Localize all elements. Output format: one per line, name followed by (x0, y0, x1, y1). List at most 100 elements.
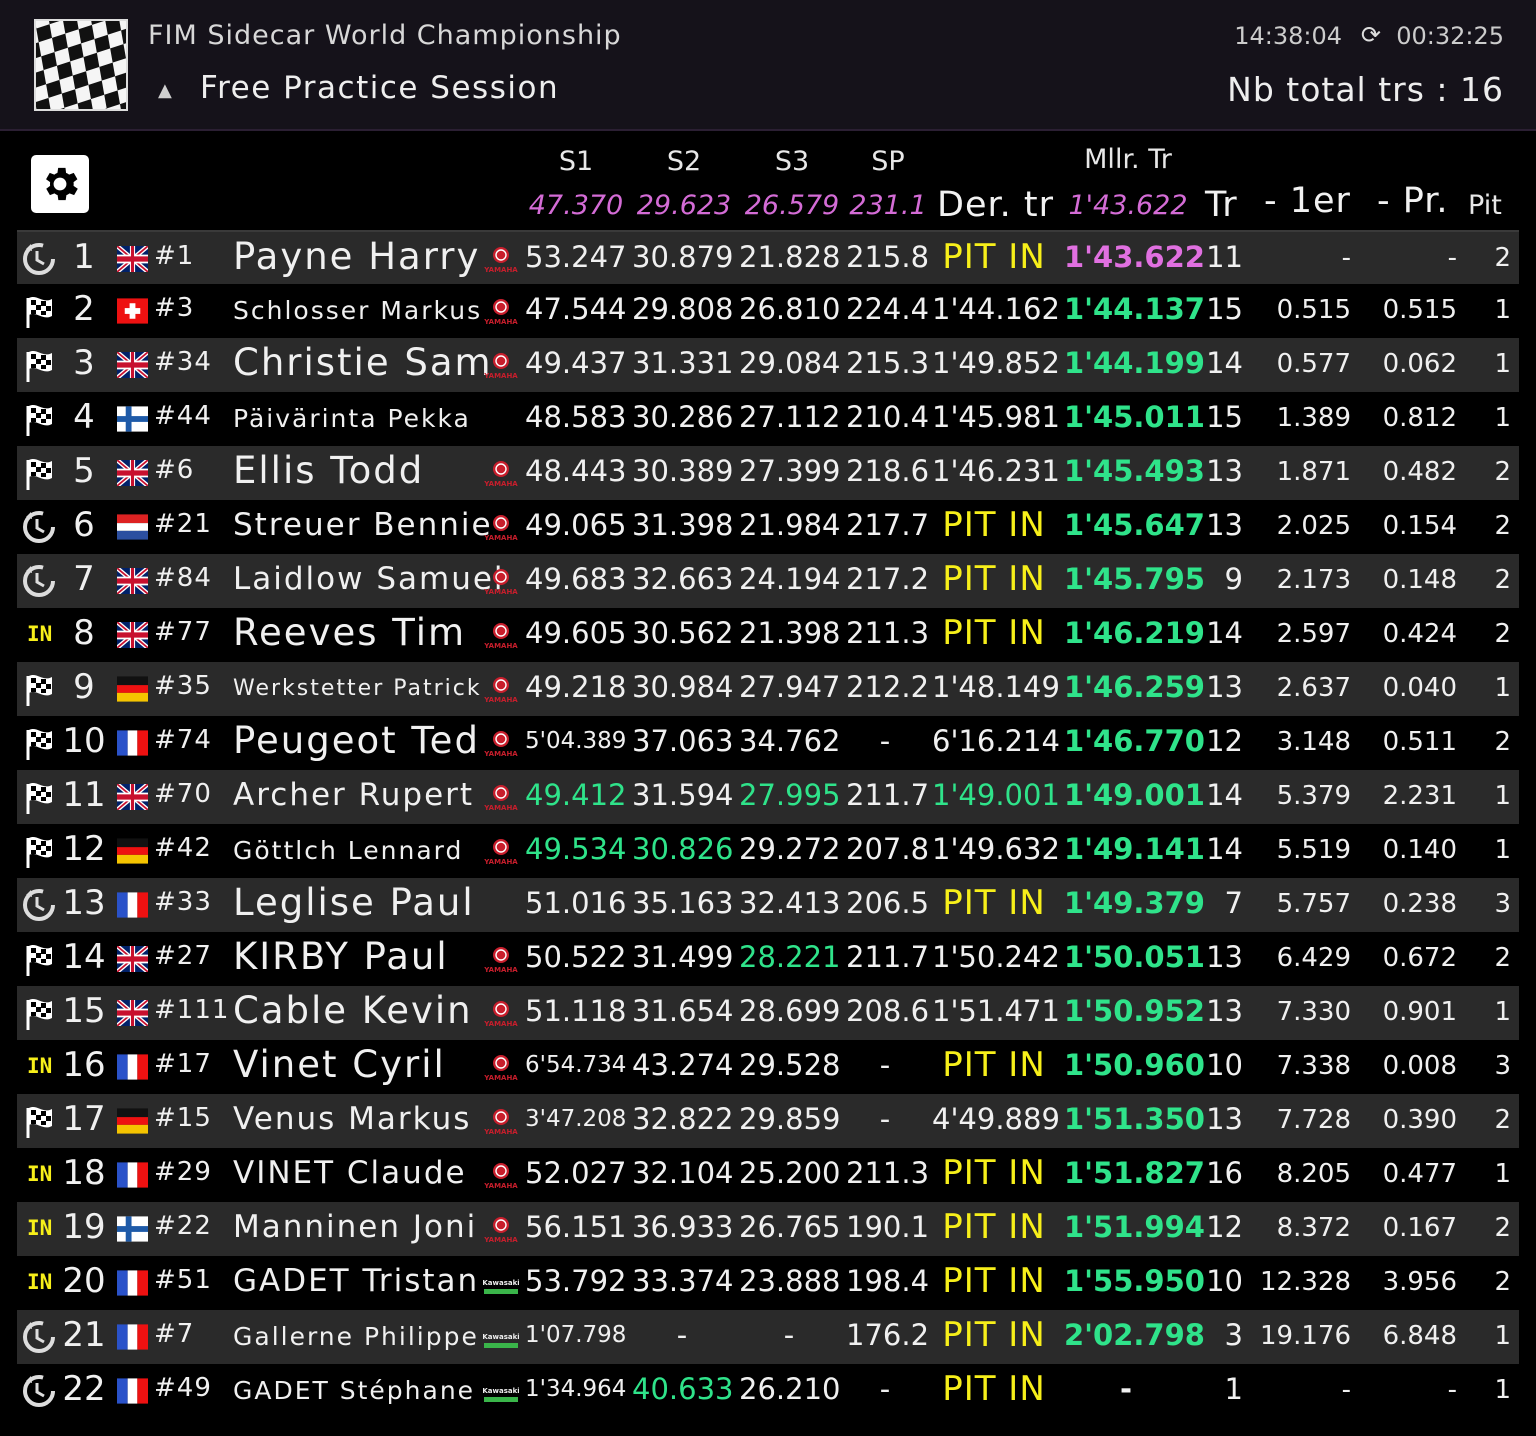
sector-3-time: 21.828 (739, 240, 841, 274)
table-row[interactable]: 5 #6 Ellis Todd YAMAHA 48.443 30.389 27.399 21… (17, 446, 1519, 500)
col-pit[interactable]: Pit (1468, 190, 1502, 221)
settings-button[interactable] (31, 155, 89, 213)
col-gap-first[interactable]: - 1er (1264, 181, 1351, 221)
sector-3-time: 21.398 (739, 616, 841, 650)
yamaha-logo-icon: YAMAHA (483, 782, 519, 812)
pit-stops: 2 (1494, 1213, 1511, 1243)
col-sp[interactable]: SP (848, 146, 928, 177)
gap-to-leader: 0.577 (1276, 349, 1351, 379)
table-row[interactable]: 1 #1 Payne Harry YAMAHA 53.247 30.879 21.828 2… (17, 230, 1519, 284)
table-row[interactable]: 14 #27 KIRBY Paul YAMAHA 50.522 31.499 28.221… (17, 932, 1519, 986)
top-speed: 211.7 (846, 778, 930, 812)
col-s1[interactable]: S1 (536, 146, 616, 177)
table-row[interactable]: 7 #84 Laidlow Samuel YAMAHA 49.683 32.663 24.… (17, 554, 1519, 608)
table-row[interactable]: IN 16 #17 Vinet Cyril YAMAHA 6'54.734 43.274 2… (17, 1040, 1519, 1094)
top-speed: 218.6 (846, 454, 930, 488)
flag-gb-icon (116, 619, 149, 651)
gap-to-previous: 0.515 (1382, 295, 1457, 325)
position: 2 (73, 289, 95, 329)
sector-1-time: 1'34.964 (525, 1376, 627, 1402)
flag-nl-icon (117, 514, 148, 540)
sector-2-time: - (676, 1318, 688, 1352)
position: 16 (62, 1045, 106, 1085)
svg-text:YAMAHA: YAMAHA (483, 858, 518, 866)
last-lap-time: 1'51.471 (932, 994, 1060, 1028)
table-row[interactable]: 21 #7 Gallerne Philippe Kawasaki 1'07.798 - -… (17, 1310, 1519, 1364)
session-title: Free Practice Session (200, 70, 560, 106)
checkered-flag-icon (19, 454, 59, 492)
flag-ch-icon (117, 298, 148, 324)
table-row[interactable]: IN 8 #77 Reeves Tim YAMAHA 49.605 30.562 21.39… (17, 608, 1519, 662)
rider-number: #6 (154, 455, 195, 485)
sector-2-time: 29.808 (632, 292, 734, 326)
lap-count: 13 (1206, 508, 1243, 542)
col-s3[interactable]: S3 (752, 146, 832, 177)
last-lap-time: 4'49.889 (932, 1102, 1060, 1136)
last-lap-time: 1'48.149 (932, 670, 1060, 704)
best-lap: 1'43.622 (1068, 190, 1188, 221)
sector-1-time: 49.065 (525, 508, 627, 542)
svg-text:YAMAHA: YAMAHA (483, 480, 518, 488)
table-row[interactable]: 9 #35 Werkstetter Patrick YAMAHA 49.218 30.9… (17, 662, 1519, 716)
gap-to-leader: 0.515 (1276, 295, 1351, 325)
col-s2[interactable]: S2 (644, 146, 724, 177)
sector-1-time: 48.443 (525, 454, 627, 488)
yamaha-logo-icon: YAMAHA (483, 836, 519, 866)
table-row[interactable]: 11 #70 Archer Rupert YAMAHA 49.412 31.594 27.… (17, 770, 1519, 824)
table-row[interactable]: IN 20 #51 GADET Tristan Kawasaki 53.792 33.37… (17, 1256, 1519, 1310)
table-row[interactable]: IN 18 #29 VINET Claude YAMAHA 52.027 32.104 25… (17, 1148, 1519, 1202)
table-row[interactable]: 22 #49 GADET Stéphane Kawasaki 1'34.964 40.6… (17, 1364, 1519, 1418)
best-lap-time: 1'45.493 (1064, 454, 1205, 488)
table-row[interactable]: 17 #15 Venus Markus YAMAHA 3'47.208 32.822 29… (17, 1094, 1519, 1148)
best-s3: 26.579 (744, 190, 840, 221)
gap-to-previous: 0.390 (1382, 1105, 1457, 1135)
table-row[interactable]: 2 #3 Schlosser Markus YAMAHA 47.544 29.808 26… (17, 284, 1519, 338)
position: 6 (73, 505, 95, 545)
col-laps[interactable]: Tr (1205, 185, 1238, 225)
position: 1 (73, 237, 95, 277)
rider-name: Päivärinta Pekka (233, 404, 471, 433)
sector-3-time: 27.399 (739, 454, 841, 488)
pit-stops: 2 (1494, 565, 1511, 595)
last-lap-time: PIT IN (942, 1153, 1046, 1193)
yamaha-logo-icon: YAMAHA (483, 296, 519, 326)
position: 15 (62, 991, 106, 1031)
pit-stops: 2 (1494, 943, 1511, 973)
best-lap-time: 2'02.798 (1064, 1318, 1205, 1352)
table-row[interactable]: IN 19 #22 Manninen Joni YAMAHA 56.151 36.933 2… (17, 1202, 1519, 1256)
rider-name: Göttlch Lennard (233, 836, 464, 865)
classification-table: 1 #1 Payne Harry YAMAHA 53.247 30.879 21.828 2… (17, 230, 1519, 1418)
last-lap-time: PIT IN (942, 505, 1046, 545)
pit-stops: 2 (1494, 511, 1511, 541)
table-row[interactable]: 15 #111 Cable Kevin YAMAHA 51.118 31.654 28.6… (17, 986, 1519, 1040)
yamaha-logo-icon: YAMAHA (483, 728, 519, 758)
lap-count: 16 (1206, 1156, 1243, 1190)
top-speed: 211.3 (846, 616, 930, 650)
table-row[interactable]: 10 #74 Peugeot Ted YAMAHA 5'04.389 37.063 34.… (17, 716, 1519, 770)
col-gap-prev[interactable]: - Pr. (1377, 181, 1449, 221)
rider-name: GADET Stéphane (233, 1376, 476, 1405)
top-speed: 210.4 (846, 400, 930, 434)
table-row[interactable]: 12 #42 Göttlch Lennard YAMAHA 49.534 30.826 2… (17, 824, 1519, 878)
flag-gb-icon (116, 781, 149, 813)
col-best[interactable]: Mllr. Tr (1060, 144, 1196, 175)
last-lap-time: 1'44.162 (932, 292, 1060, 326)
table-row[interactable]: 6 #21 Streuer Bennie YAMAHA 49.065 31.398 21.… (17, 500, 1519, 554)
table-row[interactable]: 3 #34 Christie Sam YAMAHA 49.437 31.331 29.08… (17, 338, 1519, 392)
svg-text:YAMAHA: YAMAHA (483, 966, 518, 974)
lap-count: 7 (1224, 886, 1243, 920)
table-row[interactable]: 4 #44 Päivärinta Pekka 48.583 30.286 27.112 21… (17, 392, 1519, 446)
flag-gb-icon (116, 943, 149, 975)
table-row[interactable]: 13 #33 Leglise Paul 51.016 35.163 32.413 206.5… (17, 878, 1519, 932)
gap-to-previous: 0.140 (1382, 835, 1457, 865)
checkered-flag-logo (34, 19, 128, 111)
svg-text:Kawasaki: Kawasaki (483, 1333, 519, 1341)
rider-number: #111 (154, 995, 230, 1025)
yamaha-logo-icon: YAMAHA (483, 944, 519, 974)
col-last[interactable]: Der. tr (937, 185, 1054, 225)
rider-number: #27 (154, 941, 212, 971)
last-lap-time: 1'49.632 (932, 832, 1060, 866)
gap-to-leader: 5.379 (1276, 781, 1351, 811)
flag-fr-icon (117, 1324, 148, 1350)
pit-stops: 1 (1494, 349, 1511, 379)
